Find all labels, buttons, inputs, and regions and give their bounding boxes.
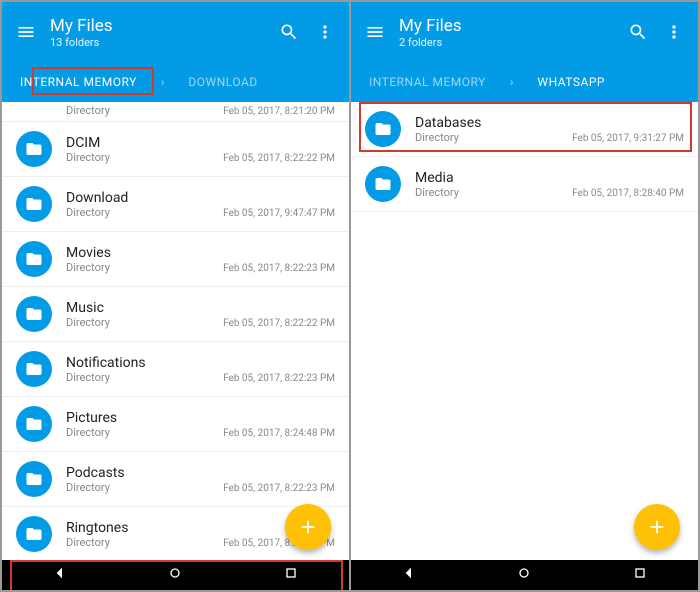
overflow-icon[interactable] [313,20,337,44]
screen-right: My Files 2 folders INTERNAL MEMORY › WHA… [351,2,698,590]
home-icon[interactable] [167,565,183,585]
chevron-right-icon: › [510,75,514,89]
item-timestamp: Feb 05, 2017, 9:47:47 PM [223,208,335,219]
item-type: Directory [415,186,459,199]
breadcrumb: INTERNAL MEMORY › DOWNLOAD [2,62,349,102]
breadcrumb-item[interactable]: INTERNAL MEMORY [14,71,143,93]
app-bar: My Files 13 folders [2,2,349,62]
item-timestamp: Feb 05, 2017, 8:22:23 PM [223,483,335,494]
list-item[interactable]: MediaDirectory Feb 05, 2017, 8:28:40 PM [351,157,698,212]
recents-icon[interactable] [632,565,648,585]
hamburger-icon[interactable] [14,20,38,44]
folder-icon [365,166,401,202]
item-type: Directory [66,371,110,384]
breadcrumb-item[interactable]: INTERNAL MEMORY [363,71,492,93]
breadcrumb-item[interactable]: DOWNLOAD [182,71,263,93]
item-type: Directory [66,481,110,494]
item-timestamp: Feb 05, 2017, 8:22:23 PM [223,373,335,384]
item-name: Music [66,300,335,316]
chevron-right-icon: › [161,75,165,89]
item-timestamp: Feb 05, 2017, 8:22:23 PM [223,263,335,274]
recents-icon[interactable] [283,565,299,585]
breadcrumb: INTERNAL MEMORY › WHATSAPP [351,62,698,102]
folder-icon [16,516,52,552]
android-navbar [351,560,698,590]
folder-icon [16,461,52,497]
list-item[interactable]: NotificationsDirectory Feb 05, 2017, 8:22… [2,342,349,397]
folder-icon [16,241,52,277]
item-name: Databases [415,115,684,131]
folder-icon [16,296,52,332]
item-type: Directory [415,131,459,144]
hamburger-icon[interactable] [363,20,387,44]
list-item[interactable]: PodcastsDirectory Feb 05, 2017, 8:22:23 P… [2,452,349,507]
fab-add-button[interactable] [634,504,680,550]
search-icon[interactable] [626,20,650,44]
folder-icon [16,186,52,222]
item-type: Directory [66,151,110,164]
back-icon[interactable] [401,565,417,585]
app-title: My Files [50,16,265,36]
breadcrumb-item[interactable]: WHATSAPP [531,71,611,93]
home-icon[interactable] [516,565,532,585]
item-type: Directory [66,316,110,329]
list-item[interactable]: DCIMDirectory Feb 05, 2017, 8:22:22 PM [2,122,349,177]
item-name: Media [415,170,684,186]
list-item[interactable]: DirectoryFeb 05, 2017, 8:21:20 PM [2,102,349,122]
item-timestamp: Feb 05, 2017, 8:24:48 PM [223,428,335,439]
app-title: My Files [399,16,614,36]
search-icon[interactable] [277,20,301,44]
item-name: DCIM [66,135,335,151]
fab-add-button[interactable] [285,504,331,550]
file-list[interactable]: DatabasesDirectoryFeb 05, 2017, 9:31:27 … [351,102,698,560]
overflow-icon[interactable] [662,20,686,44]
item-name: Movies [66,245,335,261]
folder-icon [16,406,52,442]
item-name: Pictures [66,410,335,426]
back-icon[interactable] [52,565,68,585]
list-item[interactable]: MoviesDirectory Feb 05, 2017, 8:22:23 PM [2,232,349,287]
screen-left: My Files 13 folders INTERNAL MEMORY › DO… [2,2,349,590]
list-item[interactable]: PicturesDirectory Feb 05, 2017, 8:24:48 P… [2,397,349,452]
list-item[interactable]: MusicDirectory Feb 05, 2017, 8:22:22 PM [2,287,349,342]
item-timestamp: Feb 05, 2017, 8:22:22 PM [223,153,335,164]
list-item[interactable]: DownloadDirectory Feb 05, 2017, 9:47:47 P… [2,177,349,232]
item-name: Notifications [66,355,335,371]
item-type: Directory [66,261,110,274]
item-type: Directory [66,206,110,219]
item-timestamp: Feb 05, 2017, 8:28:40 PM [572,188,684,199]
item-timestamp: Feb 05, 2017, 9:31:27 PM [572,133,684,144]
item-name: Download [66,190,335,206]
file-list[interactable]: DirectoryFeb 05, 2017, 8:21:20 PM DCIMDi… [2,102,349,560]
android-navbar [2,560,349,590]
item-type: Directory [66,536,110,549]
item-type: Directory [66,426,110,439]
item-timestamp: Feb 05, 2017, 8:22:22 PM [223,318,335,329]
folder-icon [16,351,52,387]
folder-icon [365,111,401,147]
app-subtitle: 2 folders [399,36,614,49]
app-subtitle: 13 folders [50,36,265,49]
list-item[interactable]: DatabasesDirectory Feb 05, 2017, 9:31:27 … [351,102,698,157]
app-bar: My Files 2 folders [351,2,698,62]
folder-icon [16,131,52,167]
item-name: Podcasts [66,465,335,481]
